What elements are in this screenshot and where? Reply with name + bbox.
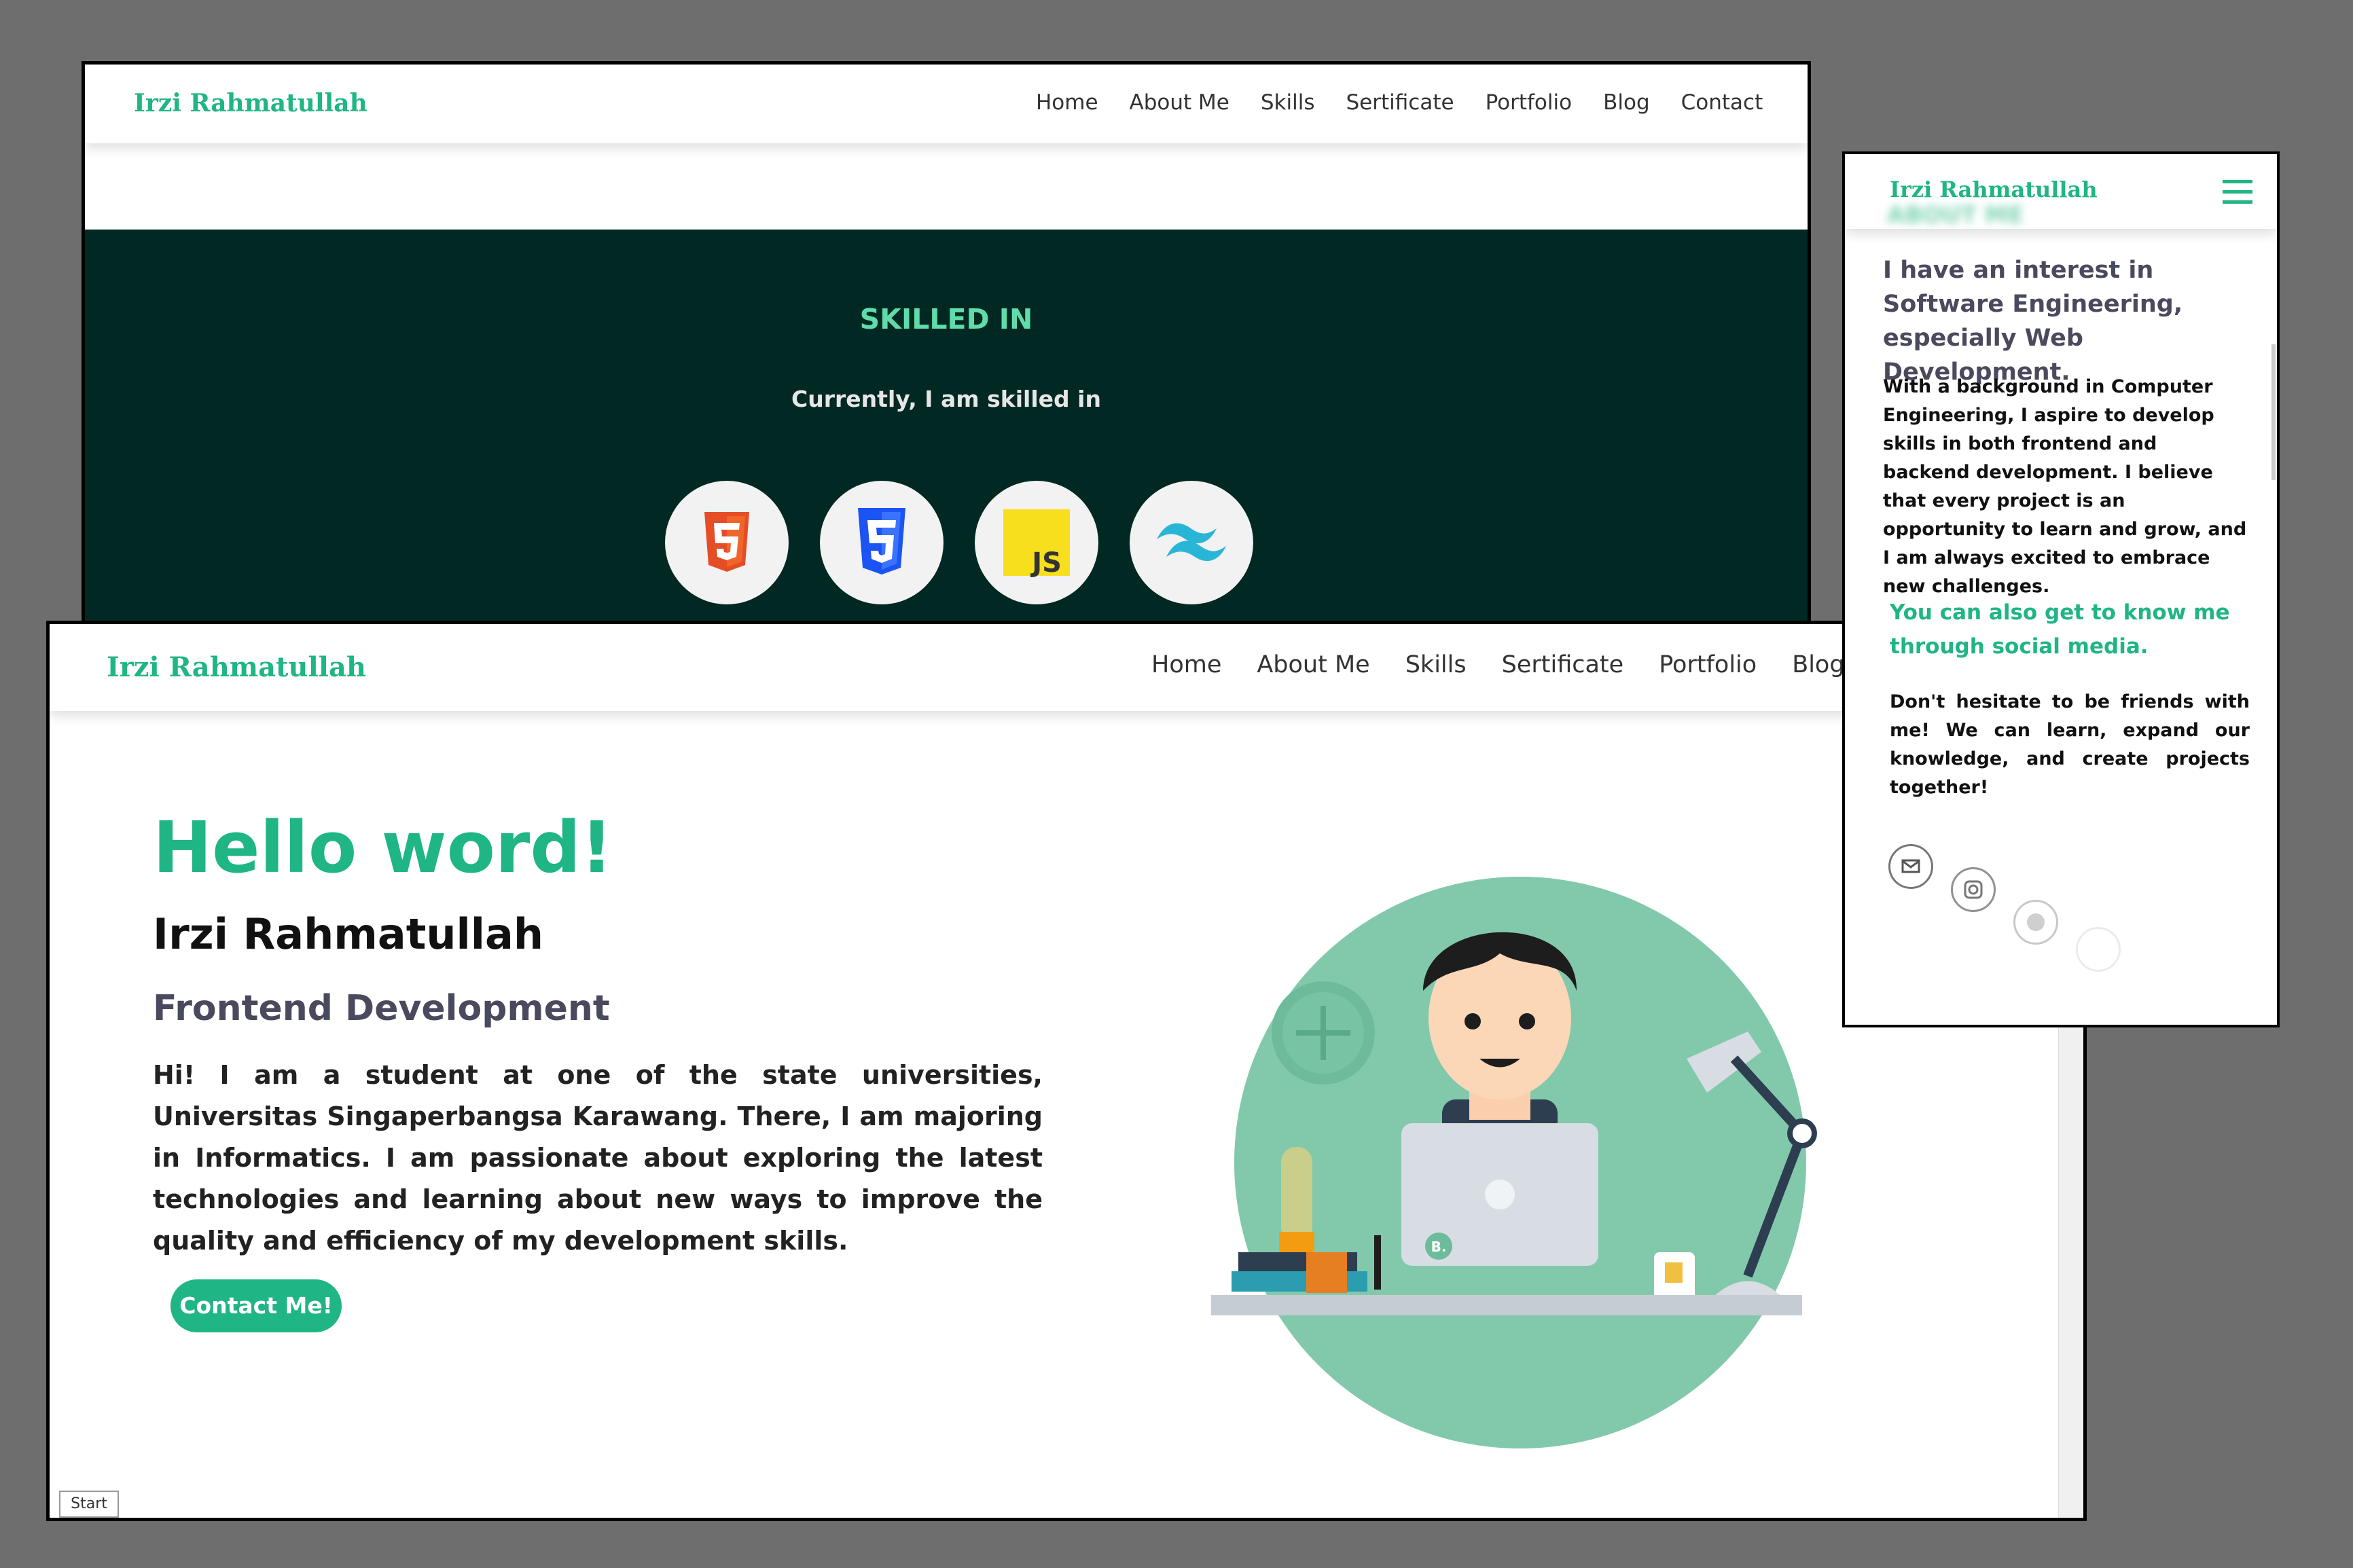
nav-about-me[interactable]: About Me: [1257, 651, 1369, 678]
hamburger-menu-icon[interactable]: [2223, 180, 2252, 211]
nav-home[interactable]: Home: [1151, 651, 1221, 678]
hero-name: Irzi Rahmatullah: [153, 909, 543, 959]
tailwind-icon: [1157, 523, 1226, 562]
nav-menu: Home About Me Skills Sertificate Portfol…: [1151, 651, 1946, 678]
skills-subtitle: Currently, I am skilled in: [791, 386, 1101, 412]
facebook-icon[interactable]: [2013, 900, 2058, 945]
skills-section: SKILLED IN Currently, I am skilled in JS: [85, 230, 1808, 628]
social-lead: You can also get to know me through soci…: [1890, 600, 2230, 659]
nav-portfolio[interactable]: Portfolio: [1486, 90, 1573, 115]
nav-contact[interactable]: Contact: [1681, 90, 1763, 115]
mobile-navbar: Irzi Rahmatullah ABOUT ME: [1845, 154, 2277, 229]
skill-javascript: JS: [975, 481, 1098, 604]
mobile-scrollbar[interactable]: [2271, 344, 2276, 480]
nav-sertificate[interactable]: Sertificate: [1502, 651, 1624, 678]
nav-skills[interactable]: Skills: [1261, 90, 1315, 115]
nav-blog[interactable]: Blog: [1603, 90, 1650, 115]
about-body: With a background in Computer Engineerin…: [1883, 376, 2247, 597]
nav-portfolio[interactable]: Portfolio: [1659, 651, 1757, 678]
nav-sertificate[interactable]: Sertificate: [1346, 90, 1454, 115]
svg-text:JS: JS: [1030, 547, 1062, 579]
blurred-section-heading: ABOUT ME: [1887, 202, 2024, 229]
skill-html5: [665, 481, 789, 604]
contact-me-button[interactable]: Contact Me!: [170, 1279, 342, 1332]
navbar: Irzi Rahmatullah Home About Me Skills Se…: [50, 624, 2083, 711]
nav-skills[interactable]: Skills: [1405, 651, 1467, 678]
start-button[interactable]: Start: [59, 1491, 119, 1518]
brand-logo[interactable]: Irzi Rahmatullah: [107, 651, 366, 683]
nav-menu: Home About Me Skills Sertificate Portfol…: [1036, 90, 1794, 115]
nav-about-me[interactable]: About Me: [1130, 90, 1229, 115]
hero-role: Frontend Development: [153, 988, 610, 1029]
nav-home[interactable]: Home: [1036, 90, 1098, 115]
css3-icon: [858, 508, 905, 575]
hero-bio: Hi! I am a student at one of the state u…: [153, 1060, 1043, 1256]
javascript-icon: JS: [1003, 509, 1070, 579]
friends-text: Don't hesitate to be friends with me! We…: [1890, 691, 2250, 798]
mobile-about-window: Irzi Rahmatullah ABOUT ME I have an inte…: [1842, 151, 2280, 1027]
developer-illustration: B.: [1211, 877, 1817, 1448]
skill-css3: [820, 481, 944, 604]
hero-window: Irzi Rahmatullah Home About Me Skills Se…: [46, 621, 2087, 1521]
hero-greeting: Hello word!: [153, 806, 613, 889]
skill-tailwind: [1130, 481, 1253, 604]
brand-logo[interactable]: Irzi Rahmatullah: [1890, 177, 2098, 202]
mail-icon[interactable]: [1888, 844, 1933, 889]
navbar: Irzi Rahmatullah Home About Me Skills Se…: [85, 65, 1808, 143]
github-icon[interactable]: [2076, 927, 2121, 972]
nav-blog[interactable]: Blog: [1792, 651, 1844, 678]
instagram-icon[interactable]: [1951, 867, 1996, 912]
svg-text:B.: B.: [1431, 1239, 1447, 1255]
about-heading: I have an interest in Software Engineeri…: [1883, 257, 2183, 386]
skills-window: Irzi Rahmatullah Home About Me Skills Se…: [82, 61, 1811, 632]
html5-icon: [704, 512, 749, 572]
skills-title: SKILLED IN: [859, 303, 1033, 335]
brand-logo[interactable]: Irzi Rahmatullah: [134, 89, 367, 117]
